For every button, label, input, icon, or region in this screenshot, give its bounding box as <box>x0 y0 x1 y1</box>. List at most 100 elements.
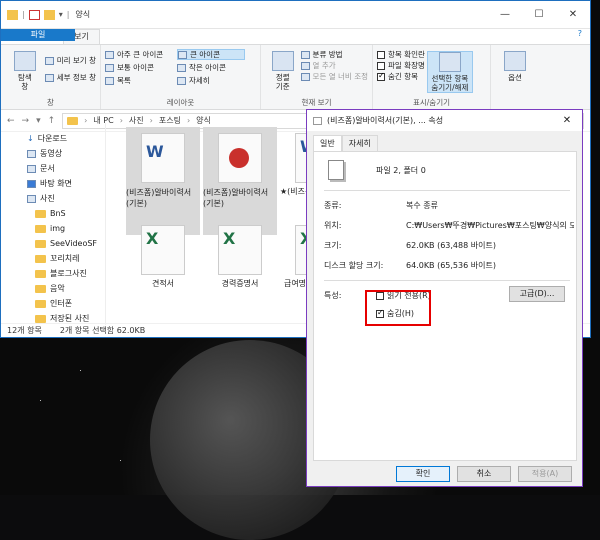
tab-details[interactable]: 자세히 <box>341 135 378 151</box>
divider <box>324 280 570 281</box>
layout-medium-icons[interactable]: 보통 아이콘 <box>105 62 173 73</box>
folder-icon <box>35 314 46 323</box>
folder-icon <box>7 9 18 20</box>
navigation-pane: ↓ 다운로드 동영상 문서 바탕 화면 사진 BnS img SeeVideoSF… <box>1 131 105 325</box>
recent-dropdown-icon[interactable]: ▾ <box>36 116 41 126</box>
group-by-button[interactable]: 분류 방법 <box>300 49 368 60</box>
folder-icon <box>35 269 46 278</box>
folder-icon <box>35 284 46 293</box>
fit-columns-button[interactable]: 모든 열 너비 조정 <box>300 71 368 82</box>
selection-info: 2개 항목 선택함 62.0KB <box>59 326 146 335</box>
excel-file-icon: X <box>141 225 185 275</box>
apply-button[interactable]: 적용(A) <box>518 466 572 482</box>
options-button[interactable]: 옵션 <box>495 51 535 82</box>
dialog-title-bar: (비즈폼)알바이력서(기본), ... 속성 ✕ <box>307 110 582 131</box>
dialog-title: (비즈폼)알바이력서(기본), ... 속성 <box>327 116 444 125</box>
nav-item-folder[interactable]: SeeVideoSF <box>1 236 105 251</box>
group-label: 현재 보기 <box>301 98 332 107</box>
file-extensions-toggle[interactable]: 파일 확장명 <box>377 60 425 71</box>
disk-size-row: 디스크 할당 크기: 64.0KB (65,536 바이트) <box>324 261 496 270</box>
group-label: 레이아웃 <box>166 98 195 107</box>
pane-group: 탐색 창 미리 보기 창 세부 정보 창 창 <box>1 45 101 109</box>
maximize-button[interactable]: ☐ <box>522 9 556 20</box>
pictures-icon <box>27 194 36 203</box>
file-name: (비즈폼)알바이력서(기본) <box>203 188 269 208</box>
advanced-button[interactable]: 고급(D)... <box>509 286 565 302</box>
item-checkboxes-toggle[interactable]: 항목 확인란 <box>377 49 425 60</box>
new-folder-icon[interactable] <box>43 9 55 20</box>
nav-item-documents[interactable]: 문서 <box>1 161 105 176</box>
nav-item-pictures[interactable]: 사진 <box>1 191 105 206</box>
layout-group: 아주 큰 아이콘 큰 아이콘 보통 아이콘 작은 아이콘 목록 자세히 레이아웃 <box>101 45 261 109</box>
multiple-files-icon <box>313 116 322 125</box>
star <box>120 460 121 461</box>
up-icon[interactable]: ↑ <box>48 116 56 126</box>
navigation-pane-button[interactable]: 탐색 창 <box>5 51 45 91</box>
folder-icon <box>35 224 46 233</box>
group-label: 창 <box>47 98 54 107</box>
folder-icon <box>35 254 46 263</box>
hide-selected-button[interactable]: 선택한 항목 숨기기/해제 <box>426 51 473 93</box>
ribbon: 탐색 창 미리 보기 창 세부 정보 창 창 아주 큰 아이콘 큰 아이콘 보통… <box>1 44 590 110</box>
download-icon: ↓ <box>27 134 34 143</box>
properties-dialog: (비즈폼)알바이력서(기본), ... 속성 ✕ 일반 자세히 파일 2, 폴더… <box>306 109 583 487</box>
title-bar: | ▾ | 양식 — ☐ ✕ <box>1 1 590 29</box>
layout-small-icons[interactable]: 작은 아이콘 <box>177 62 245 73</box>
preview-pane-button[interactable]: 미리 보기 창 <box>44 55 96 66</box>
layout-large-icons[interactable]: 큰 아이콘 <box>177 49 245 60</box>
separator: › <box>84 116 88 125</box>
general-panel: 파일 2, 폴더 0 종류: 복수 종류 위치: C:₩Users₩뚜경₩Pictu… <box>313 151 577 461</box>
document-icon <box>27 164 36 173</box>
folder-icon <box>35 209 46 218</box>
cancel-button[interactable]: 취소 <box>457 466 511 482</box>
file-item-selected[interactable]: W (비즈폼)알바이력서(기본) <box>126 127 200 235</box>
nav-item-desktop[interactable]: 바탕 화면 <box>1 176 105 191</box>
close-button[interactable]: ✕ <box>556 9 590 20</box>
dialog-close-button[interactable]: ✕ <box>552 115 582 126</box>
highlight-box <box>365 290 431 326</box>
folder-icon <box>35 239 46 248</box>
minimize-button[interactable]: — <box>488 9 522 20</box>
hidden-items-toggle[interactable]: 숨긴 항목 <box>377 71 425 82</box>
tab-general[interactable]: 일반 <box>313 135 342 151</box>
nav-item-folder[interactable]: BnS <box>1 206 105 221</box>
nav-item-folder[interactable]: img <box>1 221 105 236</box>
add-columns-button[interactable]: 열 추가 <box>300 60 368 71</box>
back-icon[interactable]: ← <box>7 116 15 126</box>
star <box>40 400 41 401</box>
help-icon[interactable]: ? <box>570 29 590 44</box>
tab-file[interactable]: 파일 <box>1 29 75 41</box>
location-row: 위치: C:₩Users₩뚜경₩Pictures₩포스팅₩양식의 모든 I <box>324 221 574 230</box>
ribbon-tabs: 파일 홈 공유 보기 ? <box>1 29 590 44</box>
layout-extra-large-icons[interactable]: 아주 큰 아이콘 <box>105 49 173 60</box>
quick-access-dropdown-icon[interactable]: ▾ <box>59 10 63 19</box>
file-item[interactable]: X 견적서 <box>126 225 200 289</box>
nav-item-folder[interactable]: 블로그사진 <box>1 266 105 281</box>
file-name: (비즈폼)알바이력서(기본) <box>126 188 192 208</box>
nav-item-folder[interactable]: 꼬리치레 <box>1 251 105 266</box>
file-item-selected[interactable]: (비즈폼)알바이력서(기본) <box>203 127 277 235</box>
separator: | <box>22 10 25 19</box>
details-pane-button[interactable]: 세부 정보 창 <box>44 72 96 83</box>
layout-details[interactable]: 자세히 <box>177 75 245 86</box>
summary-text: 파일 2, 폴더 0 <box>376 166 426 175</box>
folder-icon <box>67 116 79 125</box>
nav-item-videos[interactable]: 동영상 <box>1 146 105 161</box>
nav-item-folder[interactable]: 인터폰 <box>1 296 105 311</box>
layout-list[interactable]: 목록 <box>105 75 173 86</box>
nav-item-downloads[interactable]: ↓ 다운로드 <box>1 131 105 146</box>
divider <box>324 190 570 191</box>
folder-icon <box>35 299 46 308</box>
word-file-icon: W <box>141 133 185 183</box>
excel-file-icon: X <box>218 225 262 275</box>
separator: | <box>66 10 70 19</box>
group-label: 표시/숨기기 <box>412 98 451 107</box>
ok-button[interactable]: 확인 <box>396 466 450 482</box>
multiple-files-icon <box>328 160 344 180</box>
nav-item-folder[interactable]: 음악 <box>1 281 105 296</box>
file-item[interactable]: X 경력증명서 <box>203 225 277 289</box>
sort-by-button[interactable]: 정렬 기준 <box>265 51 301 91</box>
attributes-label: 특성: <box>324 291 342 300</box>
forward-icon[interactable]: → <box>22 116 30 126</box>
properties-icon[interactable] <box>28 9 40 20</box>
